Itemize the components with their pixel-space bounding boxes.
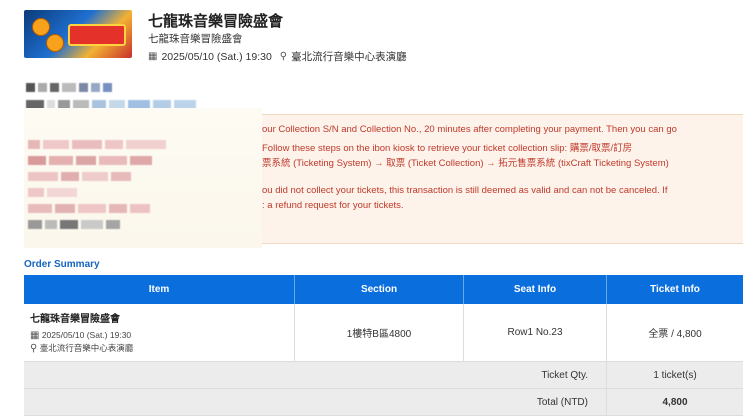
ticket-cell: 全票 / 4,800 xyxy=(607,304,743,362)
redacted-notice-area xyxy=(24,108,262,248)
notice-line: 票系統 (Ticketing System) → 取票 (Ticket Coll… xyxy=(262,155,669,169)
column-header-ticket: Ticket Info xyxy=(607,275,743,304)
column-header-section: Section xyxy=(295,275,464,304)
order-summary-table: Item Section Seat Info Ticket Info 七龍珠音樂… xyxy=(24,275,743,416)
event-venue: 臺北流行音樂中心表演廳 xyxy=(291,49,407,64)
table-row: 七龍珠音樂冒險盛會 ▦ 2025/05/10 (Sat.) 19:30 ⚲ 臺北… xyxy=(24,304,743,362)
redacted-block xyxy=(26,83,112,92)
event-subtitle: 七龍珠音樂冒險盛會 xyxy=(148,31,243,46)
location-pin-icon: ⚲ xyxy=(30,342,37,355)
total-value: 4,800 xyxy=(607,389,743,416)
item-venue-line: ⚲ 臺北流行音樂中心表演廳 xyxy=(30,342,288,355)
total-row: Total (NTD) 4,800 xyxy=(24,389,743,416)
notice-line: : a refund request for your tickets. xyxy=(262,200,404,211)
item-venue: 臺北流行音樂中心表演廳 xyxy=(40,343,134,353)
qty-value: 1 ticket(s) xyxy=(607,362,743,389)
qty-row: Ticket Qty. 1 ticket(s) xyxy=(24,362,743,389)
qty-label: Ticket Qty. xyxy=(24,362,607,389)
item-datetime-line: ▦ 2025/05/10 (Sat.) 19:30 xyxy=(30,329,288,342)
section-cell: 1樓特B區4800 xyxy=(295,304,464,362)
column-header-item: Item xyxy=(24,275,295,304)
event-title: 七龍珠音樂冒險盛會 xyxy=(148,10,283,31)
notice-line: Follow these steps on the ibon kiosk to … xyxy=(262,140,632,154)
event-meta: ▦ 2025/05/10 (Sat.) 19:30 ⚲ 臺北流行音樂中心表演廳 xyxy=(148,49,407,64)
seat-cell: Row1 No.23 xyxy=(464,304,607,362)
item-cell: 七龍珠音樂冒險盛會 ▦ 2025/05/10 (Sat.) 19:30 ⚲ 臺北… xyxy=(24,304,295,362)
total-label: Total (NTD) xyxy=(24,389,607,416)
event-datetime: 2025/05/10 (Sat.) 19:30 xyxy=(161,51,271,63)
order-summary-title: Order Summary xyxy=(24,259,100,270)
column-header-seat: Seat Info xyxy=(464,275,607,304)
notice-line: ou did not collect your tickets, this tr… xyxy=(262,185,668,196)
calendar-icon: ▦ xyxy=(148,51,157,62)
calendar-icon: ▦ xyxy=(30,329,39,342)
notice-line: our Collection S/N and Collection No., 2… xyxy=(262,124,677,135)
item-datetime: 2025/05/10 (Sat.) 19:30 xyxy=(42,330,131,340)
item-name: 七龍珠音樂冒險盛會 xyxy=(30,310,288,325)
event-poster xyxy=(24,10,132,58)
location-pin-icon: ⚲ xyxy=(280,51,287,62)
